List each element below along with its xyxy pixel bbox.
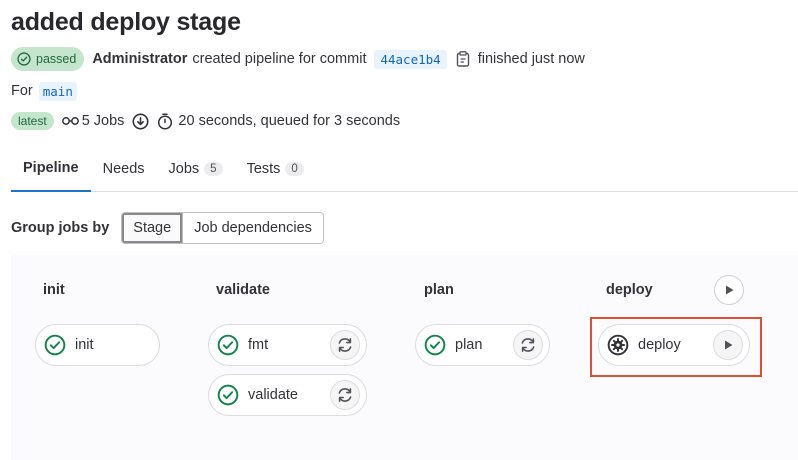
latest-badge: latest	[11, 112, 54, 130]
tab-needs[interactable]: Needs	[91, 146, 157, 191]
tab-label: Pipeline	[23, 160, 79, 176]
stage-title-init: init	[43, 282, 65, 298]
tab-jobs[interactable]: Jobs 5	[157, 146, 235, 191]
stage-title-validate: validate	[216, 282, 270, 298]
tab-label: Tests	[246, 160, 281, 177]
clipboard-icon[interactable]	[456, 51, 470, 67]
stage-title-deploy: deploy	[606, 282, 653, 298]
retry-icon	[338, 338, 352, 352]
for-label: For	[11, 83, 33, 99]
created-text: created pipeline for commit	[192, 51, 367, 67]
branch-row: For main	[11, 80, 77, 102]
pipeline-title: added deploy stage	[11, 8, 241, 36]
pipeline-icon	[61, 115, 79, 127]
status-label: passed	[36, 52, 77, 66]
branch-link[interactable]: main	[38, 81, 77, 101]
status-success-icon	[217, 384, 239, 406]
status-badge[interactable]: passed	[11, 47, 85, 71]
group-by-control: Group jobs by Stage Job dependencies	[11, 212, 324, 244]
status-success-icon	[44, 334, 66, 356]
tab-label: Jobs	[168, 160, 200, 177]
group-by-stage-button[interactable]: Stage	[122, 213, 183, 243]
commit-sha-link[interactable]: 44ace1b4	[374, 49, 447, 69]
retry-button[interactable]	[513, 330, 543, 360]
status-success-icon	[424, 334, 446, 356]
highlight-box	[590, 317, 762, 377]
finished-text: finished just now	[477, 51, 585, 67]
group-by-label: Group jobs by	[11, 220, 110, 236]
tab-count-badge: 0	[285, 161, 304, 176]
check-circle-icon	[17, 52, 31, 66]
tab-pipeline[interactable]: Pipeline	[11, 146, 91, 192]
duration-text: 20 seconds, queued for 3 seconds	[178, 113, 401, 129]
retry-icon	[521, 338, 535, 352]
job-name: plan	[455, 337, 483, 353]
status-success-icon	[217, 334, 239, 356]
tab-tests[interactable]: Tests 0	[235, 146, 316, 191]
job-name: init	[75, 337, 94, 353]
pipeline-stats: latest 5 Jobs 20 seconds, queued for 3 s…	[11, 110, 400, 132]
download-icon	[132, 112, 149, 130]
tab-label: Needs	[102, 160, 145, 177]
retry-icon	[338, 388, 352, 402]
job-name: validate	[248, 387, 298, 403]
author-link[interactable]: Administrator	[92, 51, 187, 67]
retry-button[interactable]	[330, 330, 360, 360]
group-by-toggle: Stage Job dependencies	[121, 212, 324, 244]
jobs-count: 5 Jobs	[81, 113, 125, 129]
job-validate[interactable]: validate	[208, 374, 367, 416]
pipeline-tabs: Pipeline Needs Jobs 5 Tests 0	[11, 146, 798, 192]
tab-count-badge: 5	[204, 161, 223, 176]
group-by-dependencies-button[interactable]: Job dependencies	[182, 213, 323, 243]
stage-title-plan: plan	[424, 282, 454, 298]
retry-button[interactable]	[330, 380, 360, 410]
stage-play-button[interactable]	[714, 275, 744, 305]
timer-icon	[157, 113, 173, 130]
job-name: fmt	[248, 337, 269, 353]
job-plan[interactable]: plan	[415, 324, 550, 366]
play-icon	[726, 285, 734, 295]
job-fmt[interactable]: fmt	[208, 324, 367, 366]
job-init[interactable]: init	[35, 324, 160, 366]
pipeline-meta: passed Administrator created pipeline fo…	[11, 47, 585, 71]
